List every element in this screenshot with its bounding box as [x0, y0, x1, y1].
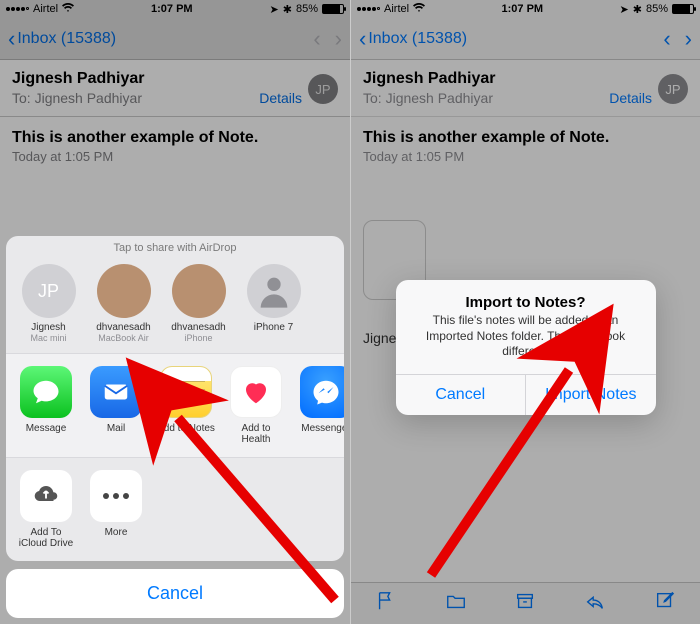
airdrop-target[interactable]: JP Jignesh Mac mini: [16, 264, 81, 343]
more-icon: [90, 470, 142, 522]
share-sheet: Tap to share with AirDrop JP Jignesh Mac…: [6, 236, 344, 618]
phone-left: Airtel 1:07 PM ➤ ✱ 85% ‹ Inbox (15388) ‹…: [0, 0, 350, 624]
share-app-notes[interactable]: Add to Notes: [156, 366, 216, 445]
target-label: dhvanesadh: [96, 322, 151, 333]
message-icon: [20, 366, 72, 418]
target-sub: MacBook Air: [91, 333, 156, 343]
app-label: Mail: [107, 423, 125, 434]
apps-row: Message Mail Add to Notes Add to Health …: [6, 353, 344, 458]
cancel-button[interactable]: Cancel: [6, 569, 344, 618]
avatar: JP: [22, 264, 76, 318]
avatar-photo: [97, 264, 151, 318]
action-icloud[interactable]: Add To iCloud Drive: [16, 470, 76, 549]
app-label: Message: [26, 423, 67, 434]
target-label: Jignesh: [31, 322, 65, 333]
health-icon: [230, 366, 282, 418]
share-app-mail[interactable]: Mail: [86, 366, 146, 445]
mail-icon: [90, 366, 142, 418]
target-label: dhvanesadh: [171, 322, 226, 333]
target-sub: iPhone: [166, 333, 231, 343]
alert-message: This file's notes will be added to an Im…: [396, 313, 656, 374]
import-alert: Import to Notes? This file's notes will …: [396, 280, 656, 415]
airdrop-row: JP Jignesh Mac mini dhvanesadh MacBook A…: [6, 258, 344, 353]
avatar-photo: [172, 264, 226, 318]
app-label: Add to Health: [242, 423, 271, 445]
actions-row: Add To iCloud Drive More: [6, 458, 344, 561]
phone-right: Airtel 1:07 PM ➤ ✱ 85% ‹ Inbox (15388) ‹…: [350, 0, 700, 624]
share-app-message[interactable]: Message: [16, 366, 76, 445]
alert-title: Import to Notes?: [396, 280, 656, 313]
action-label: More: [105, 527, 128, 538]
airdrop-target[interactable]: dhvanesadh iPhone: [166, 264, 231, 343]
target-sub: Mac mini: [16, 333, 81, 343]
notes-icon: [160, 366, 212, 418]
airdrop-target[interactable]: dhvanesadh MacBook Air: [91, 264, 156, 343]
target-label: iPhone 7: [254, 322, 293, 333]
share-app-messenger[interactable]: Messenger: [296, 366, 344, 445]
share-app-health[interactable]: Add to Health: [226, 366, 286, 445]
alert-cancel-button[interactable]: Cancel: [396, 375, 526, 415]
avatar-generic-icon: [247, 264, 301, 318]
icloud-icon: [20, 470, 72, 522]
alert-confirm-button[interactable]: Import Notes: [525, 375, 656, 415]
action-label: Add To iCloud Drive: [16, 527, 76, 549]
airdrop-target[interactable]: iPhone 7: [241, 264, 306, 343]
airdrop-header: Tap to share with AirDrop: [6, 236, 344, 258]
action-more[interactable]: More: [86, 470, 146, 549]
app-label: Add to Notes: [157, 423, 215, 434]
app-label: Messenger: [301, 423, 344, 434]
messenger-icon: [300, 366, 344, 418]
